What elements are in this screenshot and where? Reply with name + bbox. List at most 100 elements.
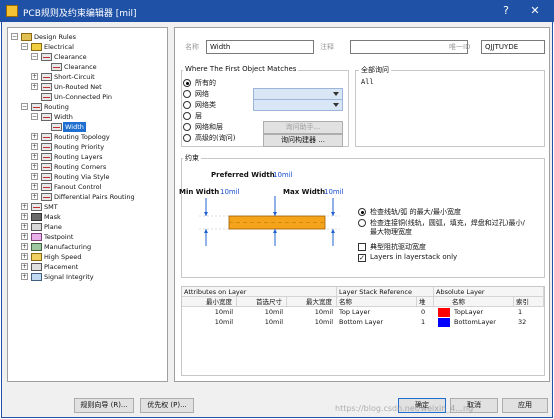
layer-color-swatch — [438, 308, 450, 317]
col-max-width[interactable]: 最大宽度 — [287, 297, 337, 307]
cell-min[interactable]: 10mil — [182, 318, 237, 327]
scope-radio-all[interactable] — [183, 79, 191, 87]
expand-icon[interactable]: + — [21, 233, 28, 240]
collapse-icon[interactable]: − — [31, 113, 38, 120]
col-index[interactable]: 索引 — [514, 297, 544, 307]
expand-icon[interactable]: + — [31, 153, 38, 160]
check-min-max-label: 检查线轨/弧 的最大/最小宽度 — [370, 208, 461, 216]
watermark: https://blog.csdn.net/weixin_4...ng — [335, 404, 474, 413]
col-stack[interactable]: 堆 — [417, 297, 434, 307]
col-abs-name[interactable]: 名称 — [434, 297, 514, 307]
scope-radio-layer[interactable] — [183, 112, 191, 120]
collapse-icon[interactable]: − — [21, 103, 28, 110]
cell-max[interactable]: 10mil — [287, 318, 337, 327]
rule-wizard-button[interactable]: 规则向导 (R)... — [74, 398, 134, 413]
rule-icon — [41, 183, 52, 191]
folder-icon — [21, 33, 32, 41]
collapse-icon[interactable]: − — [11, 33, 18, 40]
expand-icon[interactable]: + — [31, 133, 38, 140]
netclass-dropdown[interactable] — [253, 99, 343, 111]
check-connected-copper-radio[interactable] — [358, 219, 366, 227]
scope-option-netclass: 网络类 — [195, 101, 216, 109]
scope-radio-advanced[interactable] — [183, 134, 191, 142]
constraints-label: 约束 — [183, 153, 201, 163]
rule-icon — [41, 83, 52, 91]
cell-index: 32 — [518, 318, 527, 326]
full-query-text[interactable]: All — [361, 78, 374, 86]
cell-abs-name: TopLayer — [454, 308, 484, 316]
lightning-icon — [31, 43, 42, 51]
cell-min[interactable]: 10mil — [182, 308, 237, 317]
col-min-width[interactable]: 最小宽度 — [182, 297, 237, 307]
full-query-label: 全部询问 — [359, 65, 391, 75]
max-width-value[interactable]: 10mil — [324, 188, 344, 196]
name-input[interactable]: Width — [206, 40, 314, 54]
smt-icon — [31, 203, 42, 211]
rule-icon — [41, 143, 52, 151]
min-width-value[interactable]: 10mil — [220, 188, 240, 196]
expand-icon[interactable]: + — [21, 273, 28, 280]
rule-icon — [41, 133, 52, 141]
manufacturing-icon — [31, 243, 42, 251]
cell-abs-name: BottomLayer — [454, 318, 496, 326]
rule-icon — [51, 63, 62, 71]
close-button[interactable]: ✕ — [522, 3, 548, 19]
apply-button[interactable]: 应用 — [502, 398, 548, 413]
rule-panel: 名称 Width 注释 唯一ID QJJTUYDE Where The Firs… — [174, 27, 550, 382]
expand-icon[interactable]: + — [31, 143, 38, 150]
testpoint-icon — [31, 233, 42, 241]
layer-color-swatch — [438, 318, 450, 327]
scope-radio-net[interactable] — [183, 90, 191, 98]
expand-icon[interactable]: + — [31, 173, 38, 180]
expand-icon[interactable]: + — [31, 183, 38, 190]
collapse-icon[interactable]: − — [31, 53, 38, 60]
rules-tree[interactable]: − Design Rules − Electrical − Clearance Cle… — [7, 27, 168, 382]
expand-icon[interactable]: + — [31, 83, 38, 90]
col-preferred[interactable]: 首选尺寸 — [237, 297, 287, 307]
preferred-width-value[interactable]: 10mil — [273, 171, 293, 179]
expand-icon[interactable]: + — [31, 163, 38, 170]
expand-icon[interactable]: + — [21, 253, 28, 260]
min-width-label: Min Width — [179, 188, 220, 196]
mask-icon — [31, 213, 42, 221]
collapse-icon[interactable]: − — [21, 43, 28, 50]
cell-max[interactable]: 10mil — [287, 308, 337, 317]
scope-radio-netclass[interactable] — [183, 101, 191, 109]
unique-id-input[interactable]: QJJTUYDE — [481, 40, 545, 54]
expand-icon[interactable]: + — [21, 203, 28, 210]
priorities-button[interactable]: 优先权 (P)... — [140, 398, 194, 413]
help-button[interactable]: ? — [493, 3, 519, 19]
plane-icon — [31, 223, 42, 231]
rule-icon — [41, 53, 52, 61]
rule-icon — [41, 193, 52, 201]
expand-icon[interactable]: + — [31, 193, 38, 200]
scope-option-all: 所有的 — [195, 79, 216, 87]
attributes-header: Attributes on Layer — [182, 287, 337, 297]
col-name[interactable]: 名称 — [337, 297, 417, 307]
expand-icon[interactable]: + — [21, 213, 28, 220]
cell-pref[interactable]: 10mil — [237, 318, 287, 327]
query-helper-button[interactable]: 询问助手... — [263, 121, 343, 134]
window-title: PCB规则及约束编辑器 [mil] — [23, 9, 137, 19]
rule-icon — [41, 113, 52, 121]
cell-stack: 0 — [421, 308, 426, 316]
scope-option-net: 网络 — [195, 90, 209, 98]
unique-id-label: 唯一ID — [449, 43, 471, 51]
rule-icon — [41, 93, 52, 101]
expand-icon[interactable]: + — [21, 223, 28, 230]
signal-integrity-icon — [31, 273, 42, 281]
query-builder-button[interactable]: 询问构建器 ... — [263, 134, 343, 147]
layers-in-stack-label: Layers in layerstack only — [370, 253, 458, 261]
layer-stack-header: Layer Stack Reference — [337, 287, 434, 297]
expand-icon[interactable]: + — [21, 243, 28, 250]
typical-impedance-checkbox[interactable] — [358, 243, 366, 251]
dialog-body: − Design Rules − Electrical − Clearance Cle… — [1, 22, 553, 418]
expand-icon[interactable]: + — [31, 73, 38, 80]
cell-stack: 1 — [421, 318, 426, 326]
cell-pref[interactable]: 10mil — [237, 308, 287, 317]
check-min-max-radio[interactable] — [358, 208, 366, 216]
expand-icon[interactable]: + — [21, 263, 28, 270]
scope-radio-net-and-layer[interactable] — [183, 123, 191, 131]
rule-icon — [41, 163, 52, 171]
layers-in-stack-checkbox[interactable]: ✓ — [358, 254, 366, 262]
